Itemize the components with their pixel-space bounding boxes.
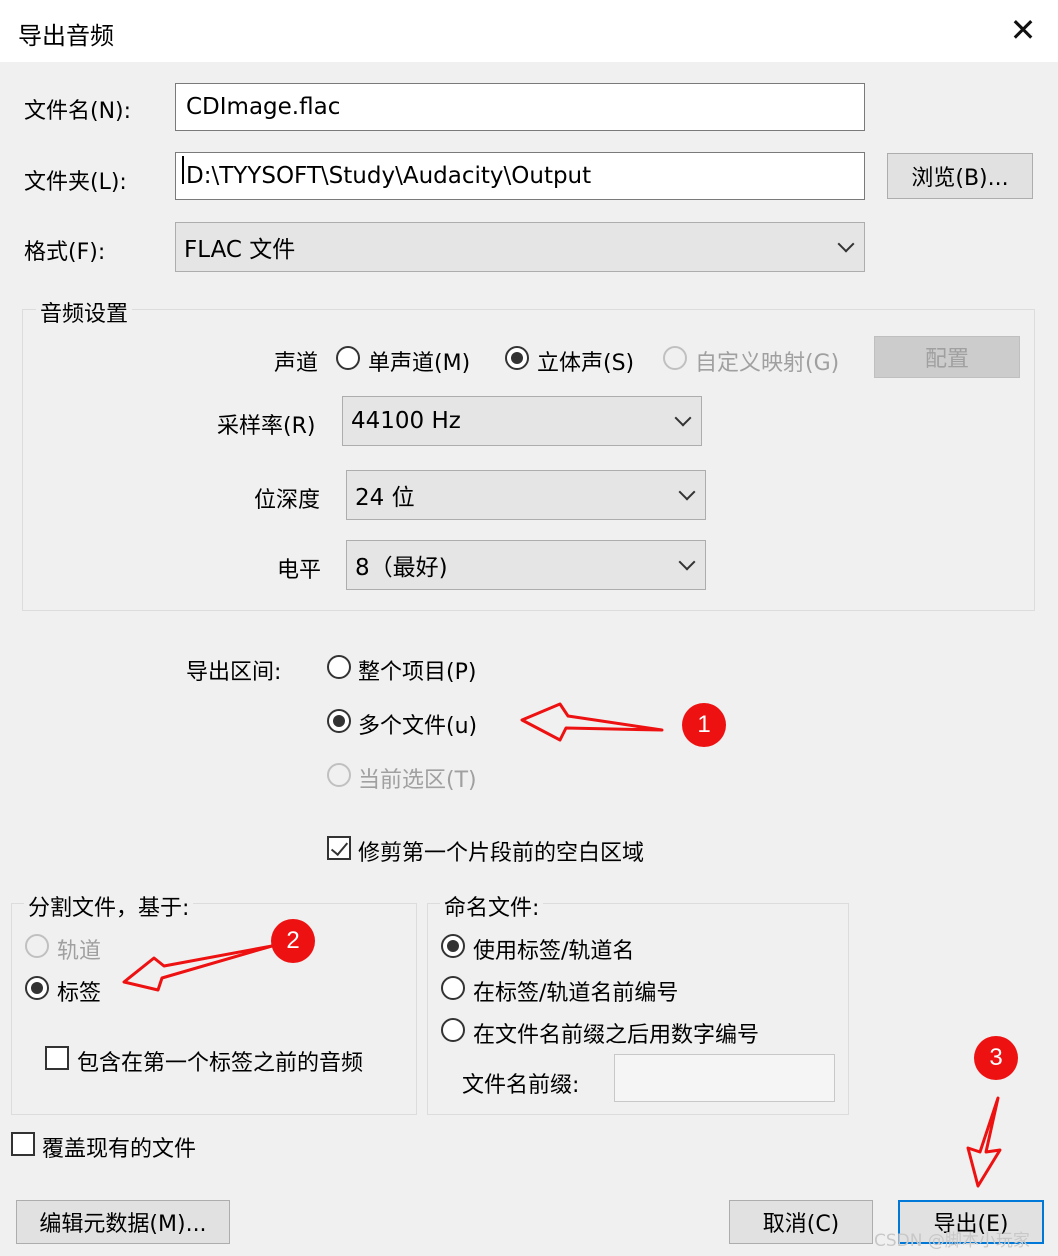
arrow-icon — [122, 944, 274, 992]
annotation-arrows — [122, 702, 1002, 1188]
annotation-badge-2: 2 — [271, 919, 315, 963]
watermark-text: CSDN @脚本小玩家 — [874, 1231, 1030, 1251]
annotation-badge-1: 1 — [682, 703, 726, 747]
arrow-icon — [966, 1096, 1002, 1188]
arrow-icon — [520, 702, 664, 742]
annotation-badge-3: 3 — [974, 1036, 1018, 1080]
